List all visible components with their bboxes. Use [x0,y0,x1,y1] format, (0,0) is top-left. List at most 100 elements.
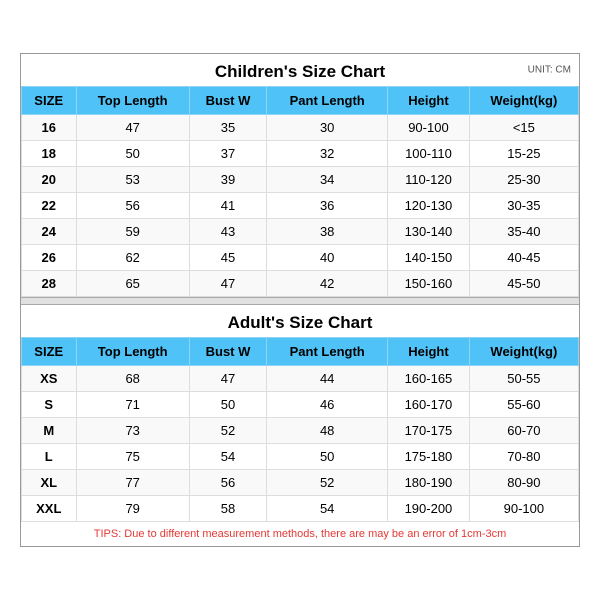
table-cell: 50-55 [469,366,578,392]
table-cell: 71 [76,392,189,418]
table-cell: S [22,392,77,418]
table-cell: 56 [76,193,189,219]
adult-header-row: SIZE Top Length Bust W Pant Length Heigh… [22,338,579,366]
table-cell: 140-150 [388,245,470,271]
table-cell: 30-35 [469,193,578,219]
table-row: 28654742150-16045-50 [22,271,579,297]
table-cell: 30 [267,115,388,141]
table-cell: 170-175 [388,418,470,444]
table-cell: 68 [76,366,189,392]
table-cell: 73 [76,418,189,444]
adult-title: Adult's Size Chart [228,313,373,332]
table-cell: 52 [189,418,266,444]
table-cell: 45-50 [469,271,578,297]
table-cell: 35-40 [469,219,578,245]
children-header-row: SIZE Top Length Bust W Pant Length Heigh… [22,87,579,115]
adult-col-size: SIZE [22,338,77,366]
table-cell: 40 [267,245,388,271]
unit-label: UNIT: CM [528,65,571,76]
table-cell: 18 [22,141,77,167]
table-cell: 160-170 [388,392,470,418]
children-title-row: Children's Size Chart UNIT: CM [21,54,579,86]
table-cell: 60-70 [469,418,578,444]
table-cell: 50 [267,444,388,470]
table-row: XL775652180-19080-90 [22,470,579,496]
table-cell: XL [22,470,77,496]
section-divider [21,297,579,305]
table-cell: 90-100 [469,496,578,522]
table-cell: 175-180 [388,444,470,470]
table-cell: 45 [189,245,266,271]
table-cell: 75 [76,444,189,470]
table-cell: 58 [189,496,266,522]
table-cell: 50 [189,392,266,418]
adult-table: SIZE Top Length Bust W Pant Length Heigh… [21,337,579,522]
table-cell: 20 [22,167,77,193]
table-cell: 40-45 [469,245,578,271]
table-cell: <15 [469,115,578,141]
children-col-size: SIZE [22,87,77,115]
table-cell: 90-100 [388,115,470,141]
table-cell: 48 [267,418,388,444]
children-col-pant-length: Pant Length [267,87,388,115]
table-cell: 46 [267,392,388,418]
table-cell: 54 [189,444,266,470]
table-cell: 44 [267,366,388,392]
table-cell: 52 [267,470,388,496]
table-cell: 34 [267,167,388,193]
table-cell: 37 [189,141,266,167]
table-cell: 35 [189,115,266,141]
table-cell: 36 [267,193,388,219]
children-title: Children's Size Chart [215,62,385,81]
table-cell: 24 [22,219,77,245]
table-cell: 43 [189,219,266,245]
table-cell: 39 [189,167,266,193]
table-cell: 130-140 [388,219,470,245]
table-cell: 41 [189,193,266,219]
chart-container: Children's Size Chart UNIT: CM SIZE Top … [20,53,580,547]
table-row: 22564136120-13030-35 [22,193,579,219]
adult-col-top-length: Top Length [76,338,189,366]
table-row: 20533934110-12025-30 [22,167,579,193]
table-cell: XXL [22,496,77,522]
table-cell: 50 [76,141,189,167]
table-cell: 28 [22,271,77,297]
table-cell: 190-200 [388,496,470,522]
table-row: 1647353090-100<15 [22,115,579,141]
table-cell: 22 [22,193,77,219]
table-cell: 180-190 [388,470,470,496]
table-cell: 56 [189,470,266,496]
table-cell: 65 [76,271,189,297]
table-row: XS684744160-16550-55 [22,366,579,392]
table-cell: 110-120 [388,167,470,193]
table-cell: 38 [267,219,388,245]
children-table: SIZE Top Length Bust W Pant Length Heigh… [21,86,579,297]
table-cell: 32 [267,141,388,167]
table-cell: 70-80 [469,444,578,470]
table-row: L755450175-18070-80 [22,444,579,470]
table-cell: 47 [76,115,189,141]
table-row: S715046160-17055-60 [22,392,579,418]
tips-text: TIPS: Due to different measurement metho… [94,528,506,540]
table-cell: XS [22,366,77,392]
table-cell: 80-90 [469,470,578,496]
table-cell: 59 [76,219,189,245]
adult-col-pant-length: Pant Length [267,338,388,366]
table-cell: 53 [76,167,189,193]
children-col-bust-w: Bust W [189,87,266,115]
table-row: 18503732100-11015-25 [22,141,579,167]
table-cell: 55-60 [469,392,578,418]
table-row: 26624540140-15040-45 [22,245,579,271]
table-cell: 54 [267,496,388,522]
table-cell: 77 [76,470,189,496]
table-cell: 15-25 [469,141,578,167]
adult-title-row: Adult's Size Chart [21,305,579,337]
children-col-weight: Weight(kg) [469,87,578,115]
table-row: XXL795854190-20090-100 [22,496,579,522]
table-cell: 16 [22,115,77,141]
children-col-top-length: Top Length [76,87,189,115]
table-cell: 26 [22,245,77,271]
children-col-height: Height [388,87,470,115]
table-cell: 150-160 [388,271,470,297]
table-cell: L [22,444,77,470]
